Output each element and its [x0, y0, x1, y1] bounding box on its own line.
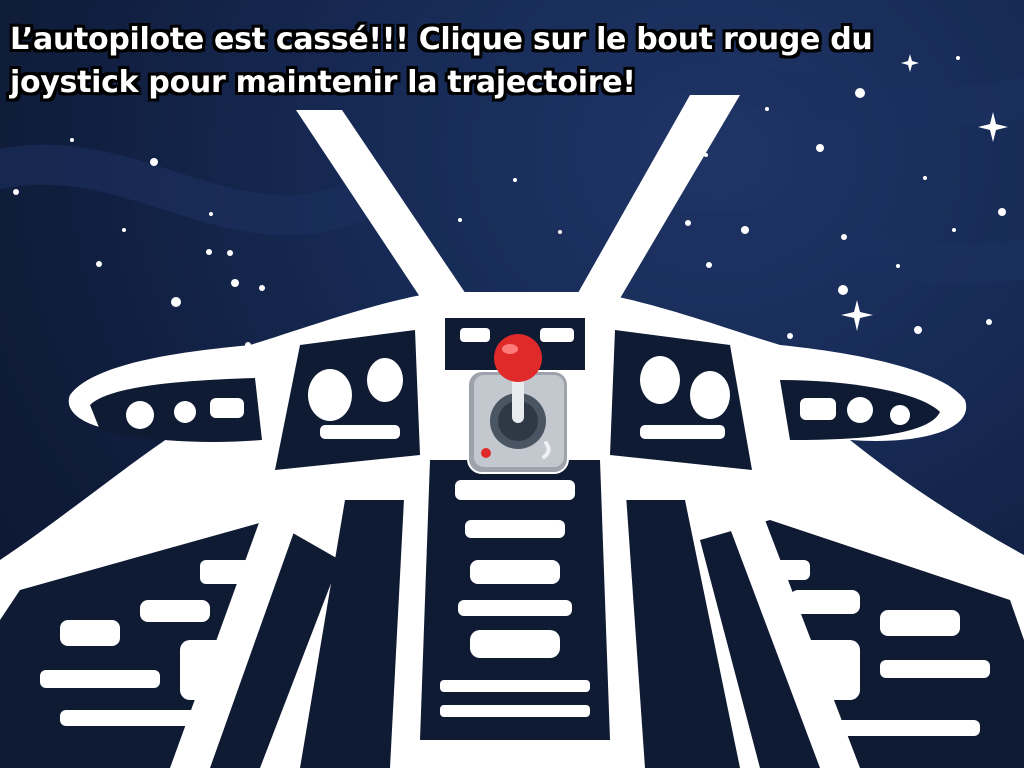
red-knob-button[interactable] — [494, 334, 542, 382]
game-stage: L’autopilote est cassé!!! Clique sur le … — [0, 0, 1024, 768]
joystick[interactable] — [466, 333, 570, 475]
canopy-struts — [296, 95, 740, 312]
indicator-light — [481, 448, 491, 458]
joystick-icon — [467, 334, 569, 474]
instruction-text: L’autopilote est cassé!!! Clique sur le … — [10, 22, 873, 100]
